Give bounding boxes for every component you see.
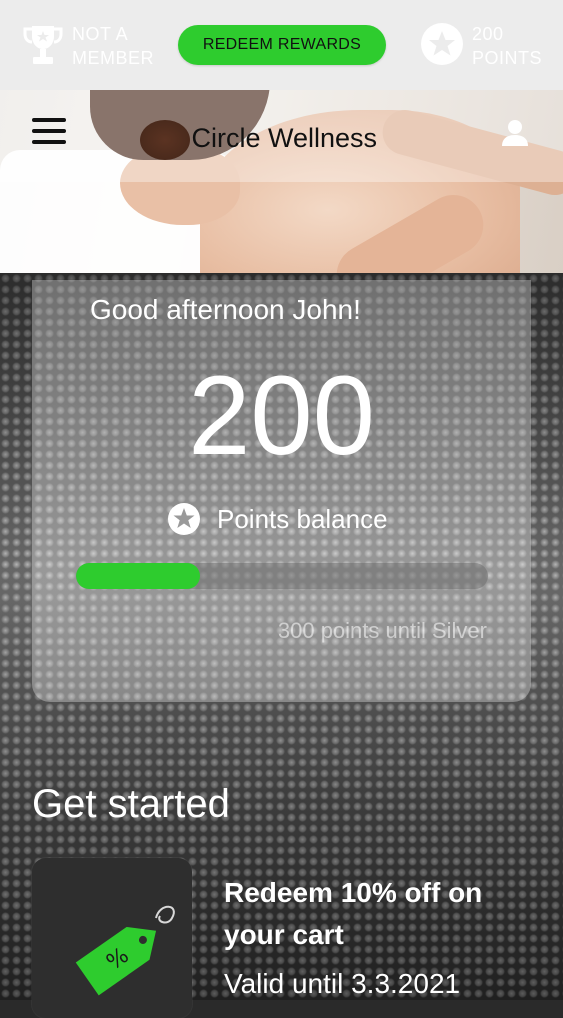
points-balance-label: Points balance <box>167 502 388 536</box>
balance-label-text: Points balance <box>217 503 388 534</box>
progress-caption: 300 points until Silver <box>277 618 487 643</box>
brand-title: er Circle Wellness <box>160 123 378 153</box>
offer-tile[interactable]: % <box>32 858 192 1018</box>
price-tag-icon: % <box>75 905 175 996</box>
trophy-icon <box>23 26 63 64</box>
points-line1: 200 <box>472 24 504 44</box>
points-value: 200 <box>188 353 375 478</box>
top-status-bar: NOT A MEMBER REDEEM REWARDS 200 POINTS <box>0 0 563 90</box>
offer-title[interactable]: Redeem 10% off on your cart <box>224 872 544 956</box>
get-started-title: Get started <box>32 782 230 826</box>
star-badge-icon <box>168 503 200 535</box>
points-card: Good afternoon John! 200 Points balance … <box>32 280 531 702</box>
user-icon[interactable] <box>500 118 530 148</box>
membership-status[interactable]: NOT A MEMBER <box>22 22 154 70</box>
offer-valid-until: Valid until 3.3.2021 <box>224 968 461 999</box>
points-line2: POINTS <box>472 48 543 68</box>
progress-fill <box>76 563 200 589</box>
membership-line2: MEMBER <box>72 48 155 68</box>
points-status[interactable]: 200 POINTS <box>420 22 542 70</box>
star-badge-icon <box>421 23 463 65</box>
membership-line1: NOT A <box>72 24 129 44</box>
greeting: Good afternoon John! <box>90 294 361 325</box>
hero-banner: er Circle Wellness <box>0 90 563 273</box>
tier-progress-bar <box>76 563 488 589</box>
redeem-rewards-button[interactable]: REDEEM REWARDS <box>178 25 386 65</box>
hamburger-menu-icon[interactable] <box>32 118 66 144</box>
